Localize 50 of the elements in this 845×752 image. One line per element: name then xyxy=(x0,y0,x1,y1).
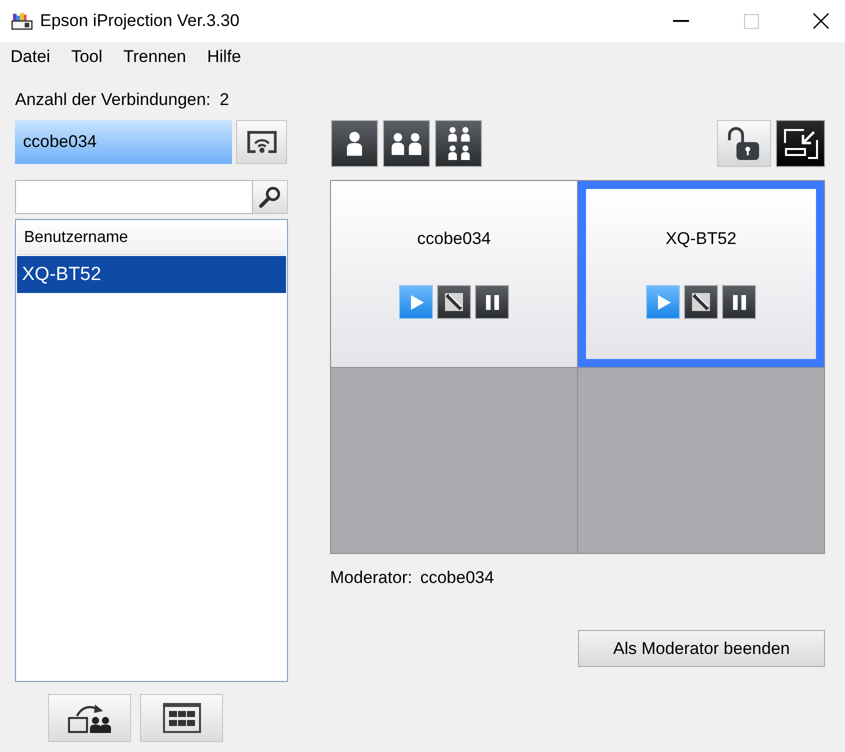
panel-user-name: XQ-BT52 xyxy=(666,228,736,250)
current-user-name: ccobe034 xyxy=(15,120,232,164)
search-button[interactable] xyxy=(253,180,288,214)
screen-arrow-icon xyxy=(784,128,818,158)
search-icon xyxy=(259,186,281,208)
slashed-square-icon xyxy=(692,293,710,311)
person-icon xyxy=(346,131,363,156)
play-button[interactable] xyxy=(399,285,433,319)
pause-button[interactable] xyxy=(475,285,509,319)
pause-icon xyxy=(486,294,498,310)
search-field[interactable] xyxy=(15,180,253,214)
exit-fullscreen-button[interactable] xyxy=(776,120,825,167)
menu-item[interactable]: Datei xyxy=(0,45,61,69)
end-moderator-button[interactable]: Als Moderator beenden xyxy=(578,630,825,667)
dual-view-button[interactable] xyxy=(383,120,430,167)
slashed-square-icon xyxy=(445,293,463,311)
maximize-icon xyxy=(744,14,758,28)
menu-item[interactable]: Hilfe xyxy=(196,45,252,69)
app-icon xyxy=(11,12,33,30)
four-persons-icon xyxy=(448,127,470,160)
user-panel[interactable]: XQ-BT52 xyxy=(578,181,824,366)
moderator-label: Moderator: xyxy=(330,568,412,588)
menu-item[interactable]: Tool xyxy=(60,45,113,69)
lock-button[interactable] xyxy=(717,120,771,167)
play-button[interactable] xyxy=(646,285,680,319)
stop-button[interactable] xyxy=(437,285,471,319)
grid-icon xyxy=(162,703,200,733)
moderator-name: ccobe034 xyxy=(420,568,494,588)
close-icon xyxy=(813,13,829,29)
single-view-button[interactable] xyxy=(331,120,378,167)
arrow-screen-people-icon xyxy=(68,702,112,734)
handover-button[interactable] xyxy=(48,694,131,742)
play-icon xyxy=(411,294,424,310)
window-title: Epson iProjection Ver.3.30 xyxy=(40,11,240,31)
cast-button[interactable] xyxy=(236,120,287,164)
connections-label: Anzahl der Verbindungen: xyxy=(15,90,211,110)
wireless-screen-icon xyxy=(246,131,276,153)
play-icon xyxy=(658,294,671,310)
pause-icon xyxy=(732,294,746,310)
stop-button[interactable] xyxy=(684,285,718,319)
two-persons-icon xyxy=(391,132,422,154)
thumbnail-button[interactable] xyxy=(140,694,223,742)
quad-view-button[interactable] xyxy=(435,120,482,167)
panel-user-name: ccobe034 xyxy=(417,228,491,250)
user-panel[interactable]: ccobe034 xyxy=(331,181,577,366)
minimize-icon xyxy=(673,20,689,22)
list-row[interactable]: XQ-BT52 xyxy=(17,256,286,293)
connections-count: 2 xyxy=(220,90,230,110)
pause-button[interactable] xyxy=(722,285,756,319)
menu-item[interactable]: Trennen xyxy=(112,45,197,69)
